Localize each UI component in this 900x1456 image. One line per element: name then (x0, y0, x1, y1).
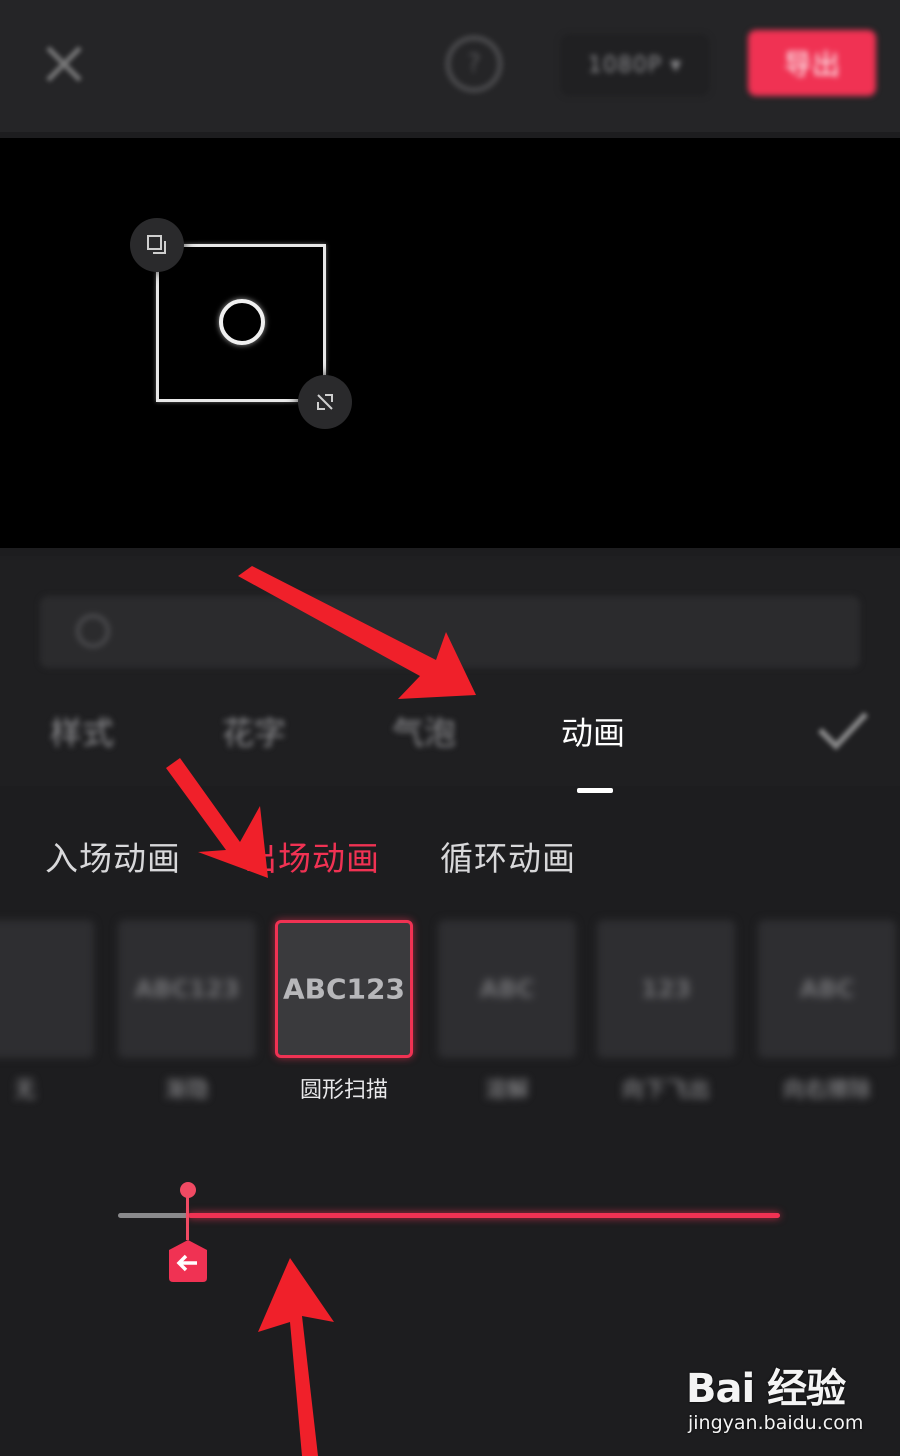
preset-caption-selected: 圆形扫描 (299, 1078, 388, 1103)
duration-track-remaining[interactable] (118, 1213, 188, 1218)
animation-preset[interactable]: ABC123 (118, 920, 256, 1058)
animation-preset-selected[interactable]: ABC123 (275, 920, 413, 1058)
annotation-arrow-to-slider (258, 1258, 334, 1456)
duration-track-active[interactable] (188, 1213, 780, 1218)
keyboard-icon (76, 614, 110, 648)
scale-rotate-handle-icon[interactable] (298, 375, 352, 429)
close-icon[interactable] (40, 40, 88, 88)
help-icon[interactable]: ? (446, 36, 502, 92)
watermark-url: jingyan.baidu.com (688, 1412, 864, 1434)
animation-preset[interactable] (0, 920, 94, 1058)
subtab-intro-animation[interactable]: 入场动画 (45, 832, 181, 880)
export-button[interactable]: 导出 (748, 30, 876, 96)
preset-caption: 向右擦除 (782, 1078, 871, 1103)
duration-slider-handle[interactable] (167, 1238, 209, 1284)
slider-knob-stem (186, 1196, 189, 1240)
resolution-selector[interactable]: 1080P ▾ (560, 34, 710, 96)
video-editor-screen: ? 1080P ▾ 导出 样式 花字 气泡 动画 入场动画 出场动画 循环动画 … (0, 0, 900, 1456)
text-selection-box[interactable] (156, 244, 326, 402)
tab-fancy-text[interactable]: 花字 (222, 708, 286, 754)
active-tab-indicator (577, 788, 613, 793)
watermark-logo: Bai 经验 (686, 1366, 846, 1412)
animation-preset[interactable]: 123 (597, 920, 735, 1058)
preset-caption: 溶解 (484, 1078, 529, 1103)
copy-handle-icon[interactable] (130, 218, 184, 272)
tab-animation[interactable]: 动画 (561, 708, 625, 754)
animation-preset[interactable]: ABC (438, 920, 576, 1058)
text-input[interactable] (40, 596, 860, 668)
check-icon[interactable] (814, 704, 870, 754)
animation-preset[interactable]: ABC (758, 920, 896, 1058)
video-preview (0, 138, 900, 548)
preset-caption: 无 (13, 1078, 36, 1103)
subtab-outro-animation[interactable]: 出场动画 (244, 832, 380, 880)
text-placeholder-ring (219, 299, 265, 345)
top-bar: ? 1080P ▾ 导出 (0, 0, 900, 132)
baidu-jingyan-watermark: Bai 经验 jingyan.baidu.com (686, 1356, 886, 1446)
preset-caption: 向下飞出 (621, 1078, 710, 1103)
tab-bubble[interactable]: 气泡 (392, 708, 456, 754)
text-edit-panel: 样式 花字 气泡 动画 (0, 556, 900, 793)
preset-caption: 渐隐 (164, 1078, 209, 1103)
subtab-loop-animation[interactable]: 循环动画 (440, 832, 576, 880)
tab-style[interactable]: 样式 (50, 708, 114, 754)
